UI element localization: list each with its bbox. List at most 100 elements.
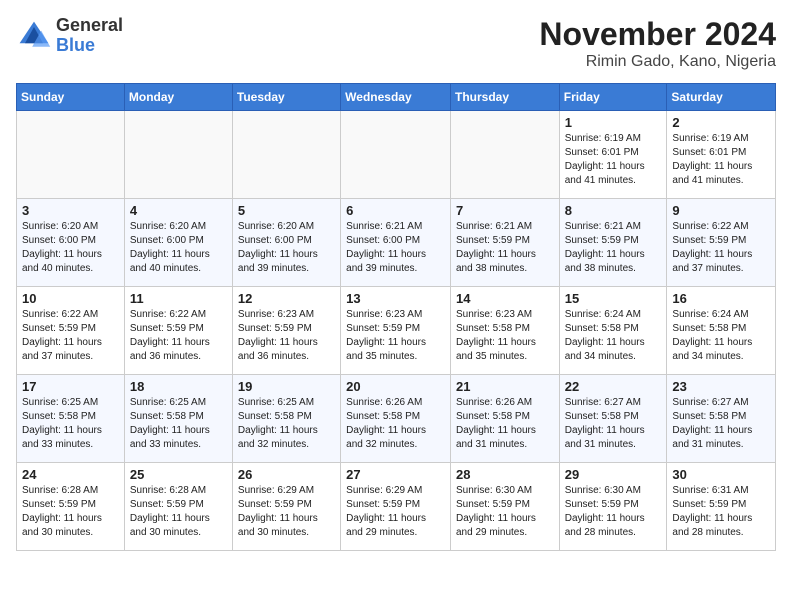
day-info: Sunrise: 6:31 AM Sunset: 5:59 PM Dayligh…	[672, 485, 752, 538]
logo-general: General	[56, 16, 123, 36]
calendar-header: SundayMondayTuesdayWednesdayThursdayFrid…	[17, 84, 776, 111]
day-number: 28	[456, 467, 554, 482]
day-number: 21	[456, 379, 554, 394]
week-row-2: 3 Sunrise: 6:20 AM Sunset: 6:00 PM Daylig…	[17, 199, 776, 287]
calendar-cell: 15 Sunrise: 6:24 AM Sunset: 5:58 PM Dayli…	[559, 287, 667, 375]
day-info: Sunrise: 6:25 AM Sunset: 5:58 PM Dayligh…	[22, 397, 102, 450]
day-info: Sunrise: 6:30 AM Sunset: 5:59 PM Dayligh…	[565, 485, 645, 538]
calendar-cell: 13Sunrise: 6:23 AM Sunset: 5:59 PM Dayli…	[341, 287, 451, 375]
calendar-cell: 1 Sunrise: 6:19 AM Sunset: 6:01 PM Daylig…	[559, 111, 667, 199]
day-number: 8	[565, 203, 662, 218]
calendar-cell: 3 Sunrise: 6:20 AM Sunset: 6:00 PM Daylig…	[17, 199, 125, 287]
day-info: Sunrise: 6:24 AM Sunset: 5:58 PM Dayligh…	[672, 309, 752, 362]
week-row-5: 24 Sunrise: 6:28 AM Sunset: 5:59 PM Dayli…	[17, 463, 776, 551]
day-number: 23	[672, 379, 770, 394]
calendar-cell: 12 Sunrise: 6:23 AM Sunset: 5:59 PM Dayli…	[232, 287, 340, 375]
calendar-cell: 5 Sunrise: 6:20 AM Sunset: 6:00 PM Daylig…	[232, 199, 340, 287]
calendar-cell: 8 Sunrise: 6:21 AM Sunset: 5:59 PM Daylig…	[559, 199, 667, 287]
logo-icon	[16, 18, 52, 54]
location: Rimin Gado, Kano, Nigeria	[539, 53, 776, 71]
day-info: Sunrise: 6:29 AM Sunset: 5:59 PM Dayligh…	[238, 485, 318, 538]
calendar-cell: 28 Sunrise: 6:30 AM Sunset: 5:59 PM Dayli…	[450, 463, 559, 551]
calendar-cell	[124, 111, 232, 199]
logo-blue: Blue	[56, 36, 123, 56]
day-info: Sunrise: 6:22 AM Sunset: 5:59 PM Dayligh…	[672, 221, 752, 274]
weekday-header-monday: Monday	[124, 84, 232, 111]
calendar-cell: 18Sunrise: 6:25 AM Sunset: 5:58 PM Dayli…	[124, 375, 232, 463]
calendar-cell	[17, 111, 125, 199]
day-info: Sunrise: 6:23 AM Sunset: 5:59 PM Dayligh…	[238, 309, 318, 362]
day-number: 26	[238, 467, 335, 482]
weekday-header-wednesday: Wednesday	[341, 84, 451, 111]
day-number: 2	[672, 115, 770, 130]
day-info: Sunrise: 6:27 AM Sunset: 5:58 PM Dayligh…	[565, 397, 645, 450]
calendar-cell	[450, 111, 559, 199]
calendar-cell: 2 Sunrise: 6:19 AM Sunset: 6:01 PM Daylig…	[667, 111, 776, 199]
day-number: 19	[238, 379, 335, 394]
day-number: 1	[565, 115, 662, 130]
calendar-cell: 9 Sunrise: 6:22 AM Sunset: 5:59 PM Daylig…	[667, 199, 776, 287]
day-info: Sunrise: 6:19 AM Sunset: 6:01 PM Dayligh…	[672, 133, 752, 186]
calendar-cell: 30 Sunrise: 6:31 AM Sunset: 5:59 PM Dayli…	[667, 463, 776, 551]
day-info: Sunrise: 6:24 AM Sunset: 5:58 PM Dayligh…	[565, 309, 645, 362]
day-number: 3	[22, 203, 119, 218]
day-number: 20	[346, 379, 445, 394]
day-info: Sunrise: 6:21 AM Sunset: 6:00 PM Dayligh…	[346, 221, 426, 274]
day-number: 24	[22, 467, 119, 482]
calendar-cell	[341, 111, 451, 199]
day-info: Sunrise: 6:25 AM Sunset: 5:58 PM Dayligh…	[238, 397, 318, 450]
weekday-header-sunday: Sunday	[17, 84, 125, 111]
calendar-cell: 14Sunrise: 6:23 AM Sunset: 5:58 PM Dayli…	[450, 287, 559, 375]
day-number: 25	[130, 467, 227, 482]
day-info: Sunrise: 6:20 AM Sunset: 6:00 PM Dayligh…	[130, 221, 210, 274]
day-info: Sunrise: 6:26 AM Sunset: 5:58 PM Dayligh…	[346, 397, 426, 450]
day-number: 10	[22, 291, 119, 306]
logo-text: General Blue	[56, 16, 123, 56]
day-info: Sunrise: 6:30 AM Sunset: 5:59 PM Dayligh…	[456, 485, 536, 538]
weekday-header-friday: Friday	[559, 84, 667, 111]
calendar-cell: 26 Sunrise: 6:29 AM Sunset: 5:59 PM Dayli…	[232, 463, 340, 551]
calendar-cell: 16 Sunrise: 6:24 AM Sunset: 5:58 PM Dayli…	[667, 287, 776, 375]
month-title: November 2024	[539, 16, 776, 53]
week-row-1: 1 Sunrise: 6:19 AM Sunset: 6:01 PM Daylig…	[17, 111, 776, 199]
day-info: Sunrise: 6:23 AM Sunset: 5:58 PM Dayligh…	[456, 309, 536, 362]
logo: General Blue	[16, 16, 123, 56]
weekday-header-tuesday: Tuesday	[232, 84, 340, 111]
day-info: Sunrise: 6:28 AM Sunset: 5:59 PM Dayligh…	[130, 485, 210, 538]
week-row-4: 17Sunrise: 6:25 AM Sunset: 5:58 PM Dayli…	[17, 375, 776, 463]
calendar-cell: 6 Sunrise: 6:21 AM Sunset: 6:00 PM Daylig…	[341, 199, 451, 287]
day-number: 13	[346, 291, 445, 306]
week-row-3: 10 Sunrise: 6:22 AM Sunset: 5:59 PM Dayli…	[17, 287, 776, 375]
day-info: Sunrise: 6:22 AM Sunset: 5:59 PM Dayligh…	[22, 309, 102, 362]
day-info: Sunrise: 6:21 AM Sunset: 5:59 PM Dayligh…	[565, 221, 645, 274]
calendar-cell: 7 Sunrise: 6:21 AM Sunset: 5:59 PM Daylig…	[450, 199, 559, 287]
day-info: Sunrise: 6:20 AM Sunset: 6:00 PM Dayligh…	[238, 221, 318, 274]
calendar-cell: 10 Sunrise: 6:22 AM Sunset: 5:59 PM Dayli…	[17, 287, 125, 375]
title-block: November 2024 Rimin Gado, Kano, Nigeria	[539, 16, 776, 71]
day-number: 12	[238, 291, 335, 306]
day-number: 15	[565, 291, 662, 306]
day-number: 27	[346, 467, 445, 482]
day-info: Sunrise: 6:29 AM Sunset: 5:59 PM Dayligh…	[346, 485, 426, 538]
day-number: 5	[238, 203, 335, 218]
day-number: 30	[672, 467, 770, 482]
calendar-cell: 20 Sunrise: 6:26 AM Sunset: 5:58 PM Dayli…	[341, 375, 451, 463]
day-number: 4	[130, 203, 227, 218]
day-info: Sunrise: 6:27 AM Sunset: 5:58 PM Dayligh…	[672, 397, 752, 450]
day-number: 6	[346, 203, 445, 218]
calendar-cell: 23 Sunrise: 6:27 AM Sunset: 5:58 PM Dayli…	[667, 375, 776, 463]
calendar-cell: 17Sunrise: 6:25 AM Sunset: 5:58 PM Dayli…	[17, 375, 125, 463]
day-number: 29	[565, 467, 662, 482]
day-number: 9	[672, 203, 770, 218]
calendar-cell: 25 Sunrise: 6:28 AM Sunset: 5:59 PM Dayli…	[124, 463, 232, 551]
day-info: Sunrise: 6:19 AM Sunset: 6:01 PM Dayligh…	[565, 133, 645, 186]
day-info: Sunrise: 6:28 AM Sunset: 5:59 PM Dayligh…	[22, 485, 102, 538]
calendar-cell: 27 Sunrise: 6:29 AM Sunset: 5:59 PM Dayli…	[341, 463, 451, 551]
day-number: 7	[456, 203, 554, 218]
day-info: Sunrise: 6:22 AM Sunset: 5:59 PM Dayligh…	[130, 309, 210, 362]
day-info: Sunrise: 6:21 AM Sunset: 5:59 PM Dayligh…	[456, 221, 536, 274]
calendar-cell: 22Sunrise: 6:27 AM Sunset: 5:58 PM Dayli…	[559, 375, 667, 463]
weekday-header-thursday: Thursday	[450, 84, 559, 111]
day-number: 16	[672, 291, 770, 306]
day-info: Sunrise: 6:20 AM Sunset: 6:00 PM Dayligh…	[22, 221, 102, 274]
